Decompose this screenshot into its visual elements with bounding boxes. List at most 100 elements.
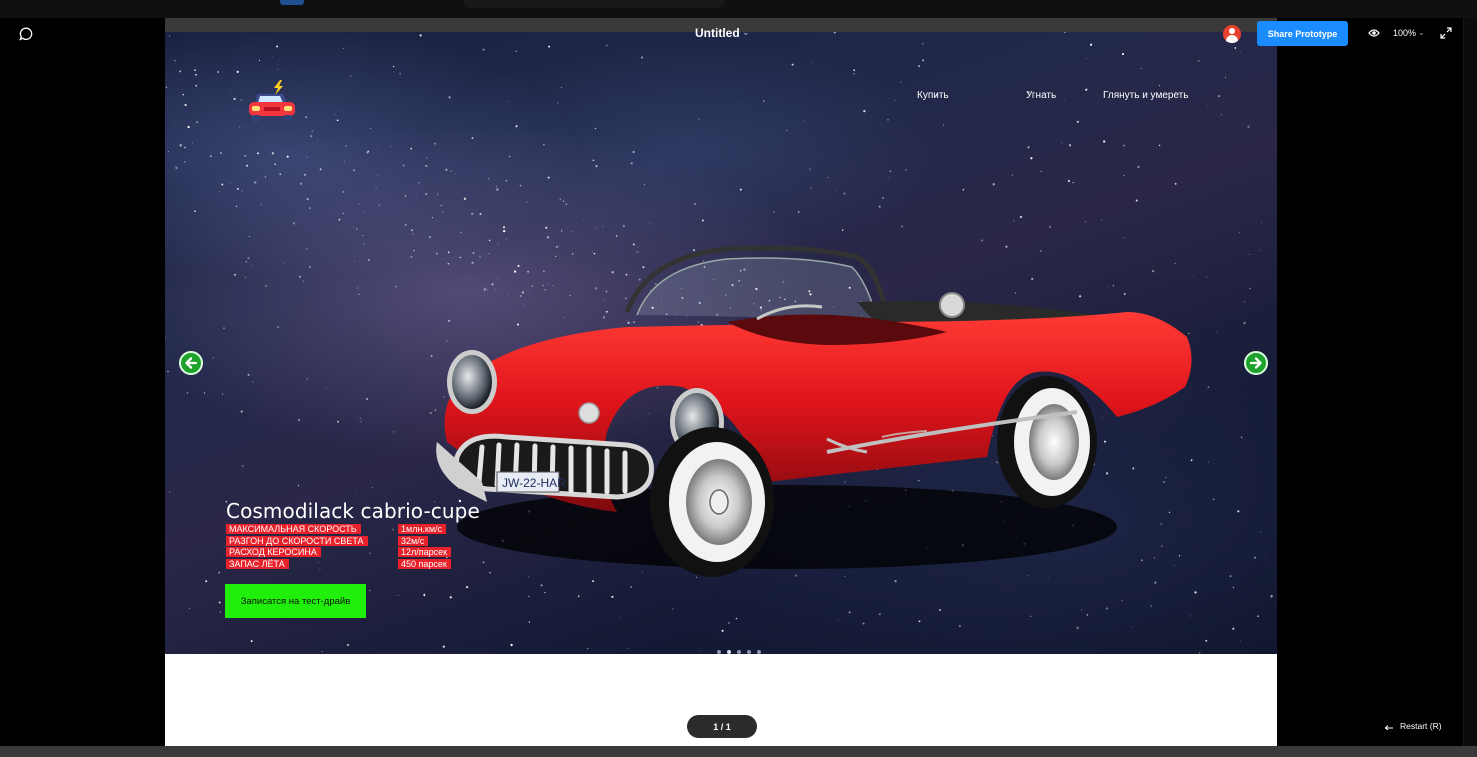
star — [672, 608, 674, 610]
nav-link-steal[interactable]: Угнать — [1026, 90, 1056, 101]
star — [505, 180, 507, 182]
star — [515, 50, 518, 53]
top-strip — [0, 0, 1477, 18]
star — [397, 594, 399, 596]
star — [962, 188, 965, 191]
toolbar-ghost-button — [280, 0, 304, 5]
nav-link-buy[interactable]: Купить — [917, 90, 949, 101]
star — [1158, 144, 1161, 147]
star — [305, 247, 308, 250]
star — [308, 207, 311, 209]
star — [1030, 157, 1033, 160]
star — [440, 205, 442, 207]
star — [244, 154, 247, 157]
spec-label-max-speed: МАКСИМАЛЬНАЯ СКОРОСТЬ — [226, 524, 368, 536]
star — [727, 621, 730, 624]
star — [277, 68, 279, 70]
star — [853, 73, 855, 75]
star — [184, 103, 187, 107]
avatar[interactable] — [1223, 25, 1241, 43]
star — [315, 81, 317, 83]
restart-button[interactable]: Restart (R) — [1384, 721, 1442, 731]
star — [360, 421, 362, 423]
star — [580, 587, 582, 589]
star — [405, 224, 407, 226]
slider-prev-button[interactable] — [179, 351, 203, 375]
slider-dot[interactable] — [717, 650, 721, 654]
star — [364, 211, 366, 213]
star — [580, 50, 582, 51]
slider-dot[interactable] — [747, 650, 751, 654]
chevron-down-icon[interactable]: ⌄ — [1418, 28, 1425, 37]
star — [186, 392, 189, 394]
star — [694, 203, 696, 205]
star — [1131, 626, 1133, 628]
star — [411, 229, 413, 231]
star — [240, 99, 243, 102]
star — [412, 233, 414, 235]
car-logo-icon[interactable] — [247, 80, 297, 124]
star — [1243, 321, 1246, 325]
hero-slider: Купить Угнать Глянуть и умереть JW-22-HA… — [165, 32, 1277, 654]
eye-icon[interactable] — [1368, 28, 1380, 38]
slider-dots — [717, 650, 761, 654]
bottom-strip — [0, 746, 1477, 757]
star — [1076, 626, 1079, 629]
comment-icon[interactable] — [18, 26, 34, 42]
fullscreen-icon[interactable] — [1440, 27, 1452, 39]
star — [811, 62, 812, 63]
star — [247, 257, 250, 260]
star — [495, 185, 498, 188]
star — [863, 109, 866, 113]
chevron-down-icon[interactable]: ⌄ — [742, 27, 750, 38]
star — [699, 649, 700, 651]
test-drive-button[interactable]: Записатся на тест-драйв — [225, 584, 366, 618]
star — [701, 91, 702, 92]
star — [1013, 220, 1015, 222]
star — [1121, 53, 1125, 56]
star — [862, 622, 865, 625]
star — [1247, 125, 1250, 128]
star — [404, 195, 407, 197]
star — [786, 129, 788, 132]
spec-value-acceleration: 32м/с — [398, 535, 451, 548]
star — [196, 121, 199, 124]
slider-dot[interactable] — [757, 650, 761, 654]
star — [595, 164, 598, 168]
star — [286, 155, 289, 158]
star — [274, 163, 276, 166]
star — [479, 213, 482, 215]
star — [592, 159, 595, 162]
slider-dot[interactable] — [727, 650, 731, 654]
star — [375, 186, 377, 188]
right-rail — [1277, 18, 1477, 746]
star — [1260, 531, 1261, 533]
star — [1234, 47, 1237, 49]
star — [370, 127, 372, 129]
star — [643, 183, 646, 186]
star — [1140, 67, 1142, 70]
slider-next-button[interactable] — [1244, 351, 1268, 375]
star — [229, 89, 231, 91]
star — [1103, 140, 1106, 143]
share-prototype-button[interactable]: Share Prototype — [1257, 21, 1348, 46]
prototype-title[interactable]: Untitled — [695, 26, 740, 40]
star — [1190, 615, 1192, 617]
zoom-level[interactable]: 100% — [1393, 28, 1416, 38]
star — [918, 65, 921, 68]
star — [649, 223, 651, 225]
star — [915, 83, 917, 85]
slider-dot[interactable] — [737, 650, 741, 654]
star — [528, 621, 530, 623]
avatar-body — [1226, 35, 1238, 43]
star — [508, 101, 510, 103]
star — [230, 183, 232, 185]
star — [205, 580, 208, 583]
car-name-heading: Cosmodilack cabrio-cupe — [226, 499, 480, 523]
star — [528, 595, 530, 598]
star — [356, 493, 357, 495]
nav-link-look-and-die[interactable]: Глянуть и умереть — [1103, 90, 1188, 101]
page-indicator[interactable]: 1 / 1 — [687, 715, 757, 738]
star — [217, 71, 220, 73]
spec-value-text: 12л/парсек — [398, 547, 452, 557]
